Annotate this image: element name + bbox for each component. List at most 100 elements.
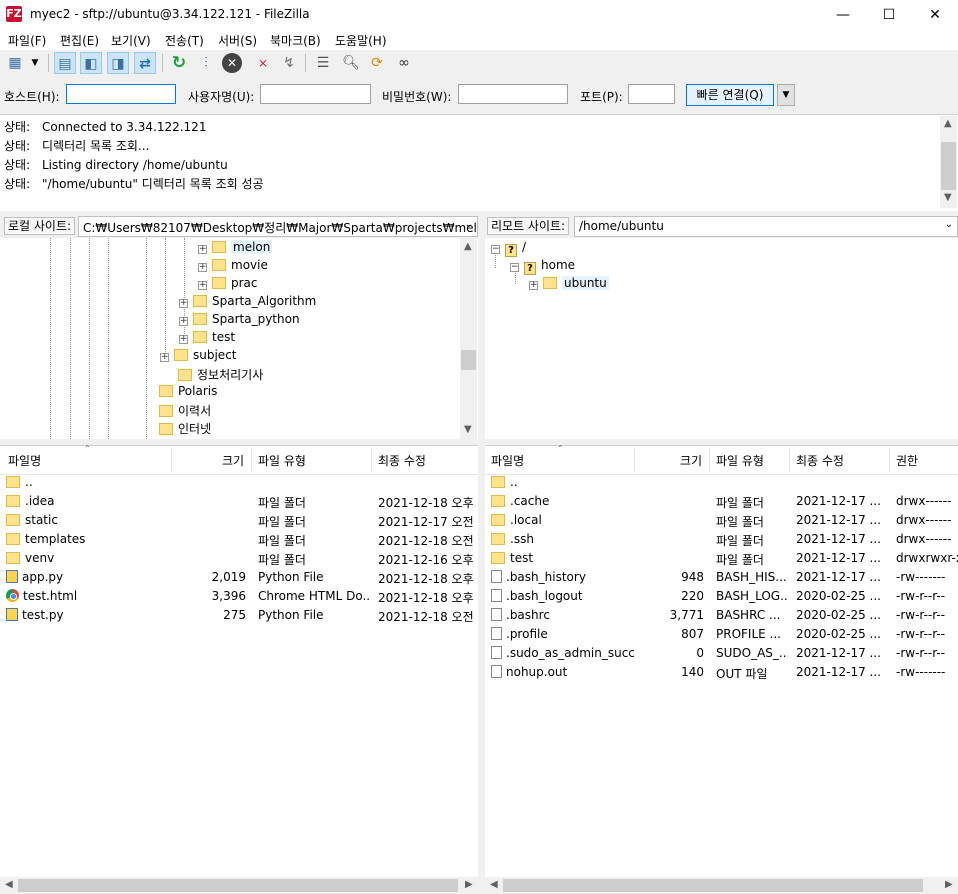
file-row[interactable]: app.py 2,019 Python File 2021-12-18 오후 — [0, 568, 478, 587]
file-row[interactable]: static 파일 폴더 2021-12-17 오전 — [0, 511, 478, 530]
file-row[interactable]: test 파일 폴더 2021-12-17 ... drwxrwxr-x — [485, 549, 958, 568]
tree-node[interactable]: + test — [179, 330, 235, 344]
sync-browse-icon[interactable]: ⟳ — [366, 52, 388, 74]
file-row[interactable]: .. — [485, 473, 958, 492]
tree-node[interactable]: + Sparta_Algorithm — [179, 294, 316, 308]
file-row[interactable]: .profile 807 PROFILE ... 2020-02-25 ... … — [485, 625, 958, 644]
local-tree-icon[interactable]: ◧ — [80, 52, 102, 74]
tree-node[interactable]: 이력서 — [159, 402, 211, 419]
local-path-input[interactable]: C:₩Users₩82107₩Desktop₩정리₩Major₩Sparta₩p… — [78, 216, 478, 237]
unknown-folder-icon: ? — [505, 244, 517, 257]
port-input[interactable] — [628, 84, 675, 104]
file-row[interactable]: test.html 3,396 Chrome HTML Do... 2021-1… — [0, 587, 478, 606]
remote-file-list: ⌃ 파일명 크기 파일 유형 최종 수정 권한 .. .cache 파일 폴더 … — [485, 444, 958, 878]
disconnect-icon[interactable]: ⨯ — [252, 52, 274, 74]
file-row[interactable]: .idea 파일 폴더 2021-12-18 오후 — [0, 492, 478, 511]
menu-help[interactable]: 도움말(H) — [335, 32, 387, 49]
column-modified[interactable]: 최종 수정 — [378, 452, 426, 469]
username-input[interactable] — [260, 84, 371, 104]
file-row[interactable]: .sudo_as_admin_succ... 0 SUDO_AS_... 202… — [485, 644, 958, 663]
directory-listing-icon[interactable]: ☰ — [312, 52, 334, 74]
menu-transfer[interactable]: 전송(T) — [165, 32, 204, 49]
log-scroll-thumb[interactable] — [941, 142, 956, 190]
menu-bookmarks[interactable]: 북마크(B) — [270, 32, 321, 49]
local-file-list: ⌃ 파일명 크기 파일 유형 최종 수정 .. .idea 파일 폴더 2021… — [0, 444, 478, 878]
file-row[interactable]: .. — [0, 473, 478, 492]
tree-node[interactable]: + subject — [160, 348, 237, 362]
file-row[interactable]: .cache 파일 폴더 2021-12-17 ... drwx------ — [485, 492, 958, 511]
column-filename[interactable]: 파일명 — [491, 452, 524, 469]
cancel-icon[interactable]: ✕ — [222, 53, 242, 73]
scroll-thumb[interactable] — [503, 879, 923, 892]
scroll-thumb[interactable] — [461, 350, 476, 370]
column-type[interactable]: 파일 유형 — [716, 452, 764, 469]
filter-icon[interactable]: ⫶ — [195, 52, 217, 74]
menu-server[interactable]: 서버(S) — [218, 32, 257, 49]
tree-node[interactable]: + prac — [198, 276, 258, 290]
tree-node[interactable]: 인터넷 — [159, 420, 211, 437]
chevron-down-icon[interactable]: ⌄ — [465, 219, 473, 230]
tree-node[interactable]: −? / — [491, 240, 526, 257]
tree-node[interactable]: + melon — [198, 240, 273, 254]
column-size[interactable]: 크기 — [222, 452, 244, 469]
menu-view[interactable]: 보기(V) — [111, 32, 151, 49]
remote-tree-icon[interactable]: ◨ — [107, 52, 129, 74]
tree-node[interactable]: + ubuntu — [529, 276, 609, 290]
scroll-thumb[interactable] — [18, 879, 458, 892]
tree-node[interactable]: + movie — [198, 258, 268, 272]
message-log-icon[interactable]: ▤ — [54, 52, 76, 74]
remote-horizontal-scrollbar[interactable]: ◀ ▶ — [485, 877, 958, 894]
sort-ascending-icon: ⌃ — [557, 444, 564, 453]
site-manager-icon[interactable]: ▦ — [4, 52, 26, 74]
folder-icon — [491, 552, 505, 564]
column-permissions[interactable]: 권한 — [896, 452, 918, 469]
column-type[interactable]: 파일 유형 — [258, 452, 306, 469]
file-row[interactable]: nohup.out 140 OUT 파일 2021-12-17 ... -rw-… — [485, 663, 958, 682]
column-size[interactable]: 크기 — [680, 452, 702, 469]
vertical-splitter[interactable] — [479, 214, 484, 894]
binoculars-icon[interactable]: ∞ — [393, 52, 415, 74]
log-line: 상태: 디렉터리 목록 조회... — [4, 139, 150, 153]
log-scrollbar[interactable]: ▲ ▼ — [940, 116, 957, 208]
file-row[interactable]: .ssh 파일 폴더 2021-12-17 ... drwx------ — [485, 530, 958, 549]
file-row[interactable]: test.py 275 Python File 2021-12-18 오전 — [0, 606, 478, 625]
chevron-down-icon[interactable]: ⌄ — [945, 219, 953, 230]
remote-path-input[interactable]: /home/ubuntu ⌄ — [574, 216, 958, 237]
minimize-button[interactable]: — — [820, 0, 866, 30]
file-row[interactable]: venv 파일 폴더 2021-12-16 오후 — [0, 549, 478, 568]
host-input[interactable] — [66, 84, 176, 104]
folder-icon — [174, 349, 188, 361]
file-row[interactable]: .bashrc 3,771 BASHRC ... 2020-02-25 ... … — [485, 606, 958, 625]
column-filename[interactable]: 파일명 — [8, 452, 41, 469]
quickconnect-dropdown-icon[interactable]: ▼ — [777, 84, 795, 106]
username-label: 사용자명(U): — [188, 90, 255, 104]
quickconnect-button[interactable]: 빠른 연결(Q) — [686, 84, 774, 106]
password-input[interactable] — [458, 84, 568, 104]
tree-node[interactable]: −? home — [510, 258, 575, 275]
file-row[interactable]: templates 파일 폴더 2021-12-18 오전 — [0, 530, 478, 549]
maximize-button[interactable]: ☐ — [866, 0, 912, 30]
tree-node[interactable]: 정보처리기사 — [178, 366, 263, 383]
folder-icon — [159, 405, 173, 417]
quickconnect-bar: 호스트(H): 사용자명(U): 비밀번호(W): 포트(P): 빠른 연결(Q… — [0, 80, 958, 112]
dropdown-icon[interactable]: ▼ — [28, 52, 42, 74]
search-icon[interactable]: 🔍︎ — [340, 52, 362, 74]
local-horizontal-scrollbar[interactable]: ◀ ▶ — [0, 877, 478, 894]
remote-column-header: ⌃ 파일명 크기 파일 유형 최종 수정 권한 — [485, 444, 958, 475]
reconnect-icon[interactable]: ↯ — [278, 52, 300, 74]
file-icon — [491, 589, 502, 602]
menu-edit[interactable]: 편집(E) — [60, 32, 99, 49]
tree-node[interactable]: Polaris — [159, 384, 217, 398]
local-tree-scrollbar[interactable]: ▲ ▼ — [460, 238, 477, 439]
file-row[interactable]: .bash_logout 220 BASH_LOG... 2020-02-25 … — [485, 587, 958, 606]
file-row[interactable]: .bash_history 948 BASH_HIS... 2021-12-17… — [485, 568, 958, 587]
close-button[interactable]: ✕ — [912, 0, 958, 30]
folder-icon — [491, 514, 505, 526]
host-label: 호스트(H): — [4, 90, 60, 104]
transfer-queue-icon[interactable]: ⇄ — [134, 52, 156, 74]
column-modified[interactable]: 최종 수정 — [796, 452, 844, 469]
file-row[interactable]: .local 파일 폴더 2021-12-17 ... drwx------ — [485, 511, 958, 530]
tree-node[interactable]: + Sparta_python — [179, 312, 300, 326]
menu-file[interactable]: 파일(F) — [8, 32, 46, 49]
refresh-icon[interactable]: ↻ — [168, 52, 190, 74]
